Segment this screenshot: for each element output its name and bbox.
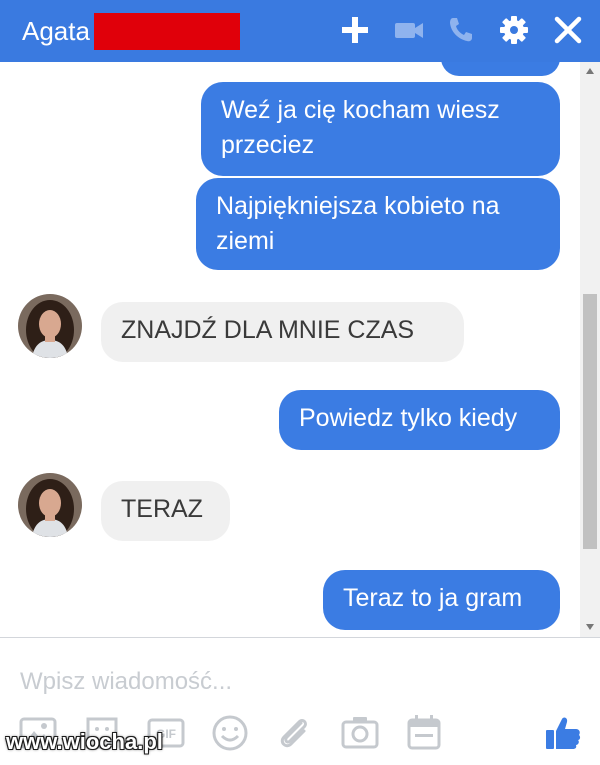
emoji-icon[interactable] bbox=[210, 713, 250, 753]
message-text-line: przeciez bbox=[221, 131, 315, 159]
message-text-line: ZNAJDŹ DLA MNIE CZAS bbox=[121, 316, 415, 344]
message-bubble-outgoing: Najpiękniejsza kobieto na ziemi bbox=[196, 178, 560, 270]
chat-header: Agata bbox=[0, 0, 600, 62]
message-bubble-outgoing: Teraz to ja gram bbox=[323, 570, 560, 630]
scrollbar-thumb[interactable] bbox=[583, 294, 597, 549]
phone-icon[interactable] bbox=[444, 13, 478, 47]
scroll-up-arrow-icon[interactable] bbox=[585, 67, 595, 75]
message-input[interactable]: Wpisz wiadomość... bbox=[20, 667, 232, 697]
watermark: www.wiocha.pl bbox=[6, 729, 163, 754]
message-text-line: Najpiękniejsza kobieto na bbox=[216, 192, 500, 220]
message-text-line: Powiedz tylko kiedy bbox=[299, 404, 518, 432]
contact-name[interactable]: Agata bbox=[22, 14, 90, 48]
message-text-line: Weź ja cię kocham wiesz bbox=[221, 96, 500, 124]
thumbs-up-icon[interactable] bbox=[543, 713, 583, 753]
plus-icon[interactable] bbox=[338, 13, 372, 47]
message-bubble-outgoing: Weź ja cię kocham wiesz przeciez bbox=[201, 82, 560, 176]
message-list[interactable]: Weź ja cię kocham wiesz przeciez Najpięk… bbox=[0, 62, 600, 638]
calendar-icon[interactable] bbox=[404, 713, 444, 753]
avatar[interactable] bbox=[18, 294, 82, 358]
message-bubble-outgoing: Powiedz tylko kiedy bbox=[279, 390, 560, 450]
message-text-line: Teraz to ja gram bbox=[343, 584, 523, 612]
attachment-icon[interactable] bbox=[274, 713, 314, 753]
video-camera-icon[interactable] bbox=[392, 13, 426, 47]
scrollbar[interactable] bbox=[580, 62, 600, 637]
composer: Wpisz wiadomość... GIF www.wiocha.pl bbox=[0, 638, 600, 765]
message-text-line: ziemi bbox=[216, 227, 275, 255]
previous-message-bubble bbox=[441, 62, 560, 76]
gear-icon[interactable] bbox=[497, 13, 531, 47]
redaction-box bbox=[94, 13, 240, 50]
message-bubble-incoming: ZNAJDŹ DLA MNIE CZAS bbox=[101, 302, 464, 362]
message-bubble-incoming: TERAZ bbox=[101, 481, 230, 541]
scroll-down-arrow-icon[interactable] bbox=[585, 623, 595, 631]
avatar[interactable] bbox=[18, 473, 82, 537]
message-text-line: TERAZ bbox=[121, 495, 203, 523]
close-icon[interactable] bbox=[551, 13, 585, 47]
camera-icon[interactable] bbox=[340, 713, 380, 753]
